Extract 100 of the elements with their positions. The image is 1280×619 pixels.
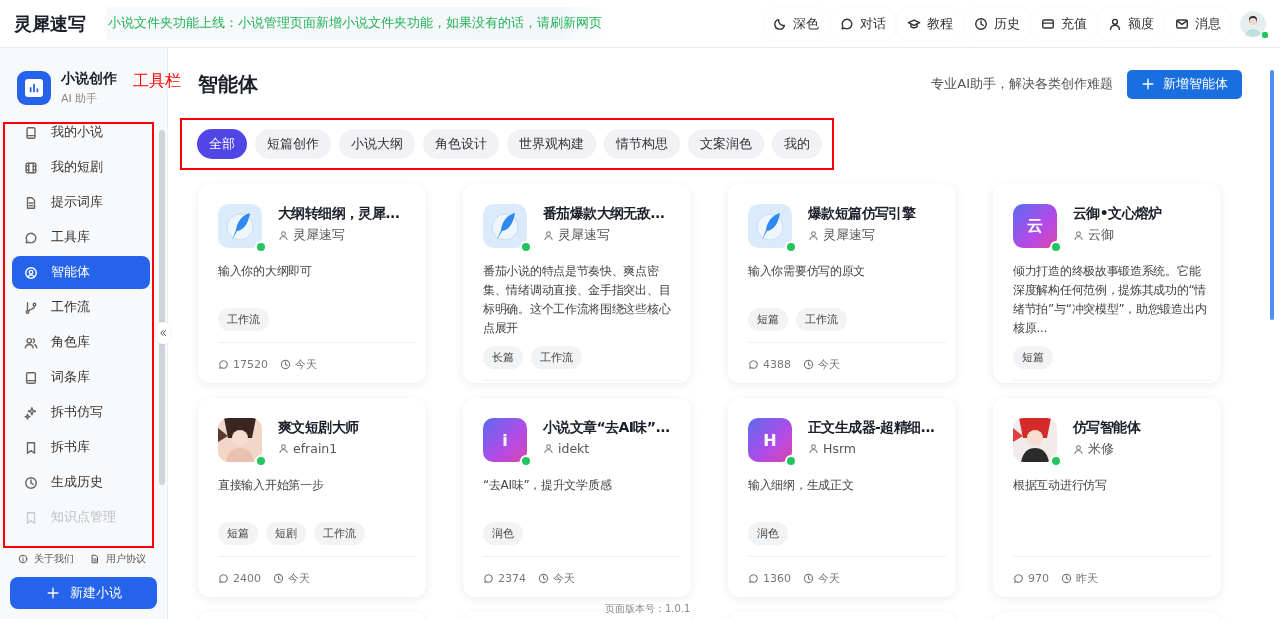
clock-icon [273, 572, 284, 584]
footer-link[interactable]: 关于我们 [18, 552, 74, 566]
nav-button[interactable]: 额度 [1099, 7, 1163, 40]
tag: 短剧 [266, 522, 306, 545]
page-subtitle: 专业AI助手，解决各类创作难题 [931, 75, 1113, 93]
sidebar-item[interactable]: 拆书仿写 [12, 396, 150, 429]
card-description: 倾力打造的终极故事锻造系统。它能深度解构任何范例，提炼其成功的“情绪节拍”与“冲突模型”，助您锻造出内核原... [1013, 263, 1208, 337]
add-agent-button[interactable]: 新增智能体 [1127, 69, 1242, 99]
branch-icon [24, 300, 38, 315]
update-time: 今天 [553, 570, 575, 586]
sidebar-item[interactable]: 工具库 [12, 221, 150, 254]
category-tab[interactable]: 我的 [772, 129, 822, 159]
annotation-label: 工具栏 [133, 71, 181, 92]
credit-card-icon [1041, 16, 1055, 31]
sidebar-item[interactable]: 提示词库 [12, 186, 150, 219]
nav-button[interactable]: 深色 [764, 7, 828, 40]
card-title: 云御•文心熔炉 [1073, 205, 1162, 223]
tag: 短篇 [1013, 346, 1053, 369]
nav-button[interactable]: 教程 [898, 7, 962, 40]
card-title: 爽文短剧大师 [278, 419, 359, 437]
agent-card[interactable]: 大纲转细纲，灵犀... 灵犀速写 输入你的大纲即可 工作流 17520 今天 [198, 184, 426, 383]
sidebar-item[interactable]: 智能体 [12, 256, 150, 289]
page-title: 智能体 [198, 70, 258, 98]
document-icon [24, 195, 38, 210]
agent-card[interactable]: 爆款短篇仿写引擎 灵犀速写 输入你需要仿写的原文 短篇 工作流 4388 今天 [728, 184, 956, 383]
nav-button[interactable]: 历史 [965, 7, 1029, 40]
comment-count: 17520 [233, 357, 268, 371]
person-icon [278, 443, 289, 454]
card-description: 直接输入开始第一步 [218, 477, 325, 494]
new-novel-button[interactable]: 新建小说 [10, 577, 157, 609]
clock-icon [538, 572, 549, 584]
person-icon [278, 230, 289, 241]
category-tab[interactable]: 文案润色 [688, 129, 764, 159]
speech-bubble-icon [24, 230, 38, 245]
app-logo: 灵犀速写 [14, 11, 87, 36]
nav-button[interactable]: 对话 [831, 7, 895, 40]
clock-icon [803, 572, 814, 584]
plus-icon [1141, 77, 1155, 91]
comment-count: 2374 [498, 571, 526, 585]
sidebar-title: 小说创作 [61, 70, 117, 88]
person-icon [543, 443, 554, 454]
author-name: 云御 [1088, 227, 1114, 244]
tag: 工作流 [218, 308, 269, 331]
person-icon [1073, 230, 1084, 241]
info-icon [18, 554, 28, 564]
nav-button[interactable]: 消息 [1166, 7, 1230, 40]
sidebar-item[interactable]: 角色库 [12, 326, 150, 359]
category-tab[interactable]: 情节构思 [604, 129, 680, 159]
sidebar-item[interactable]: 拆书库 [12, 431, 150, 464]
double-chevron-icon [158, 327, 168, 338]
clock-icon [803, 358, 814, 370]
tag: 工作流 [314, 522, 365, 545]
feather-icon [218, 204, 262, 248]
sidebar-item[interactable]: 我的小说 [12, 124, 150, 149]
agent-card[interactable]: 爽文短剧大师 efrain1 直接输入开始第一步 短篇 短剧 工作流 2400 今天 [198, 398, 426, 597]
scrollbar[interactable] [159, 130, 165, 485]
author-name: efrain1 [293, 441, 338, 456]
agent-card[interactable]: H 正文生成器-超精细... Hsrm 输入细纲，生成正文 润色 1360 今天 [728, 398, 956, 597]
agent-card[interactable]: 云 云御•文心熔炉 云御 倾力打造的终极故事锻造系统。它能深度解构任何范例，提炼其成功的“情绪节拍”与“冲突模型”，助您锻造出内核原... 短篇 [993, 184, 1221, 383]
feather-icon [483, 204, 527, 248]
card-description: “去AI味”，提升文学质感 [483, 477, 613, 494]
clock-icon [280, 358, 291, 370]
author-name: 米修 [1088, 441, 1114, 458]
person-icon [808, 443, 819, 454]
category-tab[interactable]: 全部 [197, 129, 247, 159]
card-title: 正文生成器-超精细... [808, 419, 935, 437]
agent-card[interactable]: 仿写智能体 米修 根据互动进行仿写 970 昨天 [993, 398, 1221, 597]
sidebar-item[interactable]: 词条库 [12, 361, 150, 394]
chat-bubble-icon [483, 572, 494, 584]
collapse-button[interactable] [156, 322, 170, 344]
agent-card[interactable]: i 小说文章“去AI味”... idekt “去AI味”，提升文学质感 润色 2374 今天 [463, 398, 691, 597]
tag: 短篇 [218, 522, 258, 545]
scrollbar[interactable] [1270, 70, 1274, 320]
category-tab[interactable]: 角色设计 [423, 129, 499, 159]
bar-chart-icon [25, 79, 43, 97]
card-title: 小说文章“去AI味”... [543, 419, 670, 437]
version-text: 页面版本号：1.0.1 [605, 602, 691, 616]
category-tab[interactable]: 世界观构建 [507, 129, 596, 159]
bookmark-icon [24, 440, 38, 455]
comment-count: 1360 [763, 571, 791, 585]
bookmark-icon [24, 510, 38, 525]
user-avatar[interactable] [1240, 10, 1266, 37]
person-icon [1108, 16, 1122, 31]
category-tab[interactable]: 小说大纲 [339, 129, 415, 159]
update-time: 今天 [818, 356, 840, 372]
card-description: 输入你需要仿写的原文 [748, 263, 866, 280]
sidebar-item[interactable]: 我的短剧 [12, 151, 150, 184]
sidebar-item[interactable]: 生成历史 [12, 466, 150, 499]
footer-link[interactable]: 用户协议 [90, 552, 146, 566]
clock-icon [1061, 572, 1072, 584]
update-time: 今天 [818, 570, 840, 586]
mail-icon [1175, 16, 1189, 31]
card-description: 根据互动进行仿写 [1013, 477, 1108, 494]
tag: 长篇 [483, 346, 523, 369]
agent-card[interactable]: 番茄爆款大纲无敌... 灵犀速写 番茄小说的特点是节奏快、爽点密集、情绪调动直接、金手指突出、目标明确。这个工作流将围绕这些核心点展开 长篇 工作流 [463, 184, 691, 383]
category-tab[interactable]: 短篇创作 [255, 129, 331, 159]
author-name: 灵犀速写 [293, 227, 345, 244]
clock-icon [974, 16, 988, 31]
sidebar-item[interactable]: 工作流 [12, 291, 150, 324]
nav-button[interactable]: 充值 [1032, 7, 1096, 40]
